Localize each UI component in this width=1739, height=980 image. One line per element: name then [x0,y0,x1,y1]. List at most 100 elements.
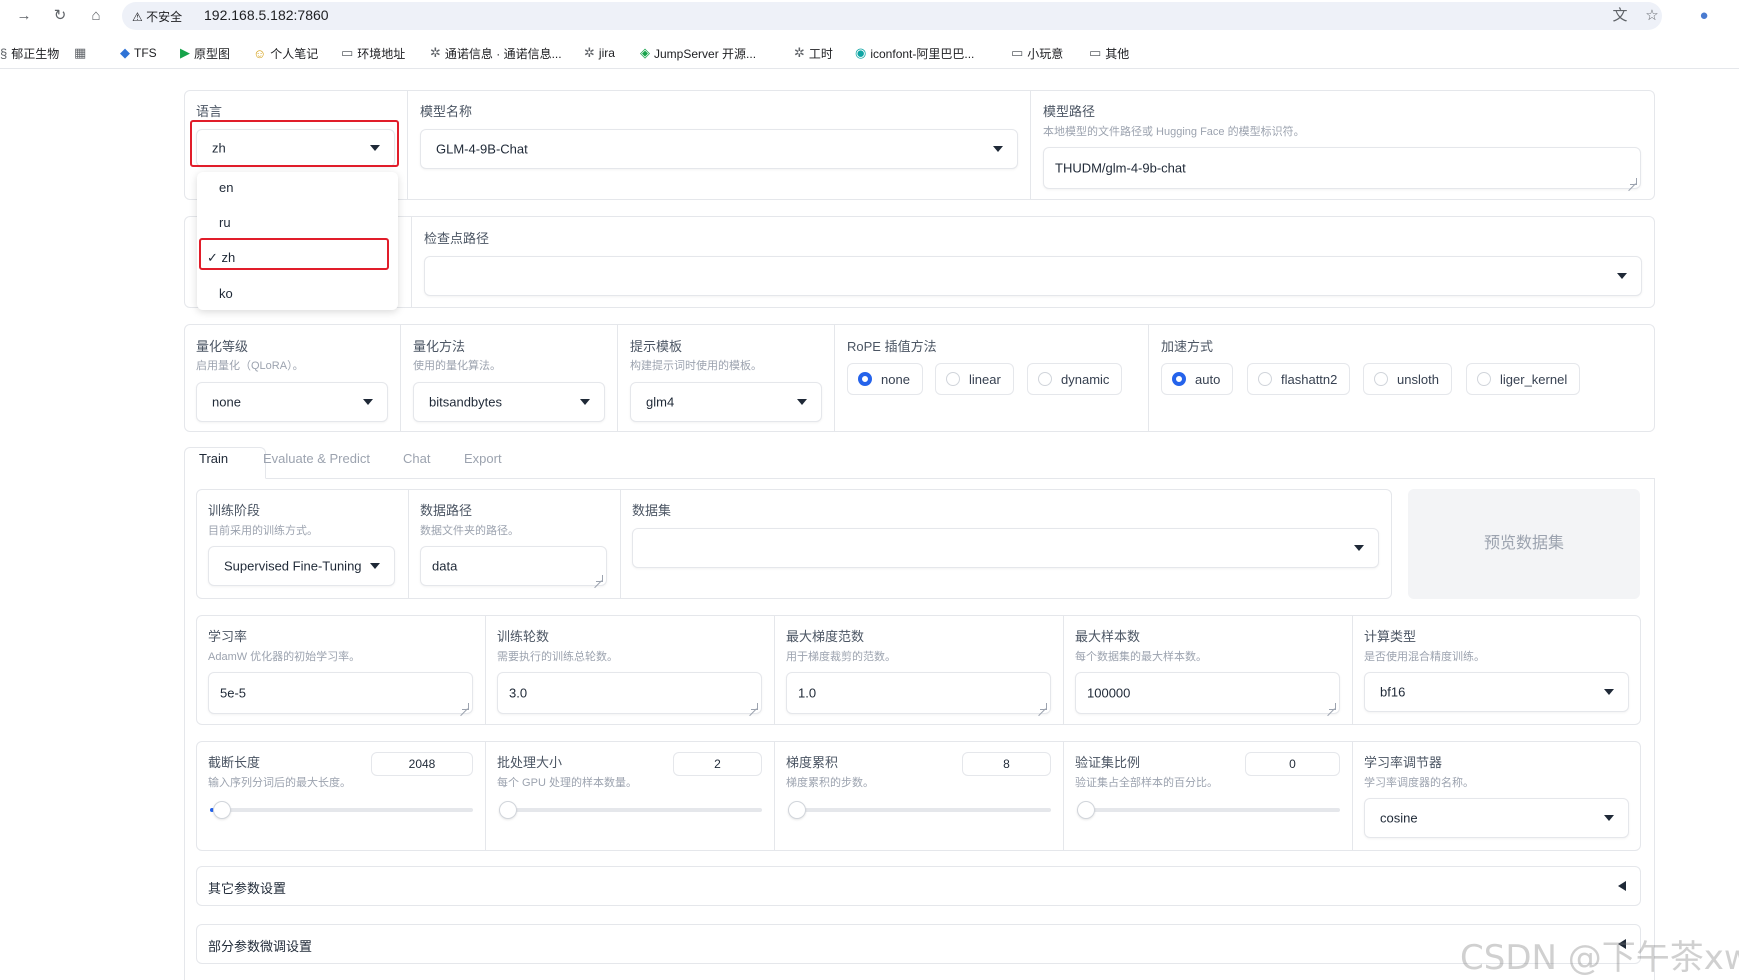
model-name-dropdown[interactable]: GLM-4-9B-Chat [420,129,1018,169]
apps-icon[interactable]: ▦ [74,43,86,63]
divider [834,325,835,431]
slider-handle[interactable] [499,801,517,819]
bookmark-item[interactable]: § 郁正生物 [0,43,59,63]
booster-option-liger-kernel[interactable]: liger_kernel [1466,363,1581,395]
val-size-label: 验证集比例 [1075,755,1141,770]
tab-chat[interactable]: Chat [403,451,430,466]
resize-handle-icon[interactable] [1630,178,1637,185]
profile-icon[interactable]: ● [1694,6,1714,26]
url-text[interactable]: 192.168.5.182:7860 [204,7,329,23]
bookmark-item[interactable]: ✲ jira [584,43,615,63]
checkpoint-label: 检查点路径 [424,231,490,246]
booster-option-auto[interactable]: auto [1161,363,1234,395]
dataset-dropdown[interactable] [632,528,1379,568]
resize-handle-icon[interactable] [462,703,469,710]
url-box[interactable] [122,2,1662,30]
home-icon[interactable]: ⌂ [86,6,106,26]
bookmark-item[interactable]: ▶ 原型图 [180,43,230,63]
slider-handle[interactable] [788,801,806,819]
rope-option-dynamic[interactable]: dynamic [1027,363,1123,395]
bookmark-item[interactable]: ☺ 个人笔记 [253,43,318,63]
lr-label: 学习率 [208,629,248,644]
max-samples-info: 每个数据集的最大样本数。 [1075,651,1207,663]
resize-handle-icon[interactable] [1329,703,1336,710]
quant-method-dropdown[interactable]: bitsandbytes [413,382,605,422]
cutoff-len-info: 输入序列分词后的最大长度。 [208,777,351,789]
model-path-input[interactable]: THUDM/glm-4-9b-chat [1043,147,1641,189]
slider-handle[interactable] [213,801,231,819]
scheduler-dropdown[interactable]: cosine [1364,798,1629,838]
epochs-input[interactable]: 3.0 [497,672,762,714]
val-size-slider[interactable] [1077,808,1340,812]
cutoff-len-slider[interactable] [210,808,473,812]
chevron-down-icon [363,399,373,405]
batch-size-number[interactable]: 2 [673,752,762,776]
bookmark-item[interactable]: ✲ 通诺信息 · 通诺信息... [430,43,562,63]
radio-checked-icon [858,372,872,386]
model-name-label: 模型名称 [420,104,473,119]
cutoff-len-number[interactable]: 2048 [371,752,473,776]
watermark: CSDN @下午茶xwc [1460,938,1739,978]
divider [411,217,412,307]
compute-type-dropdown[interactable]: bf16 [1364,672,1629,712]
divider [1063,742,1064,850]
data-dir-input[interactable]: data [420,546,607,586]
language-option-ru[interactable]: ru [219,215,231,230]
divider [1352,742,1353,850]
insecure-indicator[interactable]: ⚠ 不安全 [132,8,182,25]
bookmark-item[interactable]: ▭ 小玩意 [1011,43,1063,63]
star-icon[interactable]: ☆ [1642,6,1662,26]
rope-option-linear[interactable]: linear [935,363,1014,395]
resize-handle-icon[interactable] [1040,703,1047,710]
template-dropdown[interactable]: glm4 [630,382,822,422]
max-samples-input[interactable]: 100000 [1075,672,1340,714]
extra-args-accordion[interactable] [196,866,1641,906]
collapse-arrow-icon [1618,881,1626,891]
resize-handle-icon[interactable] [596,575,603,582]
translate-icon[interactable]: 文 [1610,6,1630,26]
bookmark-item[interactable]: ◉ iconfont-阿里巴巴... [855,43,974,63]
tab-evaluate-predict[interactable]: Evaluate & Predict [263,451,370,466]
grad-accum-slider[interactable] [788,808,1051,812]
val-size-number[interactable]: 0 [1245,752,1340,776]
forward-icon[interactable]: → [14,6,34,26]
freeze-args-accordion[interactable] [196,924,1641,964]
link-icon: § [0,45,8,61]
booster-option-flashattn2[interactable]: flashattn2 [1247,363,1351,395]
divider [1654,478,1655,980]
checkpoint-dropdown[interactable] [424,256,1642,296]
max-grad-norm-input[interactable]: 1.0 [786,672,1051,714]
epochs-label: 训练轮数 [497,629,550,644]
rope-option-none[interactable]: none [847,363,923,395]
grad-accum-number[interactable]: 8 [962,752,1051,776]
divider [184,478,185,980]
booster-label: 加速方式 [1161,339,1214,354]
folder-icon: ▭ [1011,45,1024,60]
freeze-args-label: 部分参数微调设置 [208,939,313,954]
bookmark-item[interactable]: ▭ 环境地址 [341,43,405,63]
stage-dropdown[interactable]: Supervised Fine-Tuning [208,546,395,586]
quant-level-dropdown[interactable]: none [196,382,388,422]
bookmark-item[interactable]: ◈ JumpServer 开源... [640,43,756,63]
language-option-ko[interactable]: ko [219,286,233,301]
resize-handle-icon[interactable] [751,703,758,710]
template-label: 提示模板 [630,339,683,354]
data-dir-label: 数据路径 [420,503,473,518]
divider [620,490,621,598]
chevron-down-icon [797,399,807,405]
scheduler-info: 学习率调度器的名称。 [1364,777,1474,789]
slider-handle[interactable] [1077,801,1095,819]
globe-icon: ✲ [794,45,805,60]
language-option-en[interactable]: en [219,180,233,195]
booster-option-unsloth[interactable]: unsloth [1363,363,1452,395]
quant-level-info: 启用量化（QLoRA）。 [196,360,304,372]
bookmark-item[interactable]: ▭ 其他 [1089,43,1129,63]
bookmark-item[interactable]: ◆ TFS [120,43,157,63]
bookmark-item[interactable]: ✲ 工时 [794,43,833,63]
tab-export[interactable]: Export [464,451,502,466]
lr-input[interactable]: 5e-5 [208,672,473,714]
divider [485,742,486,850]
reload-icon[interactable]: ↻ [50,6,70,26]
preview-dataset-button[interactable]: 预览数据集 [1408,489,1640,599]
batch-size-slider[interactable] [499,808,762,812]
